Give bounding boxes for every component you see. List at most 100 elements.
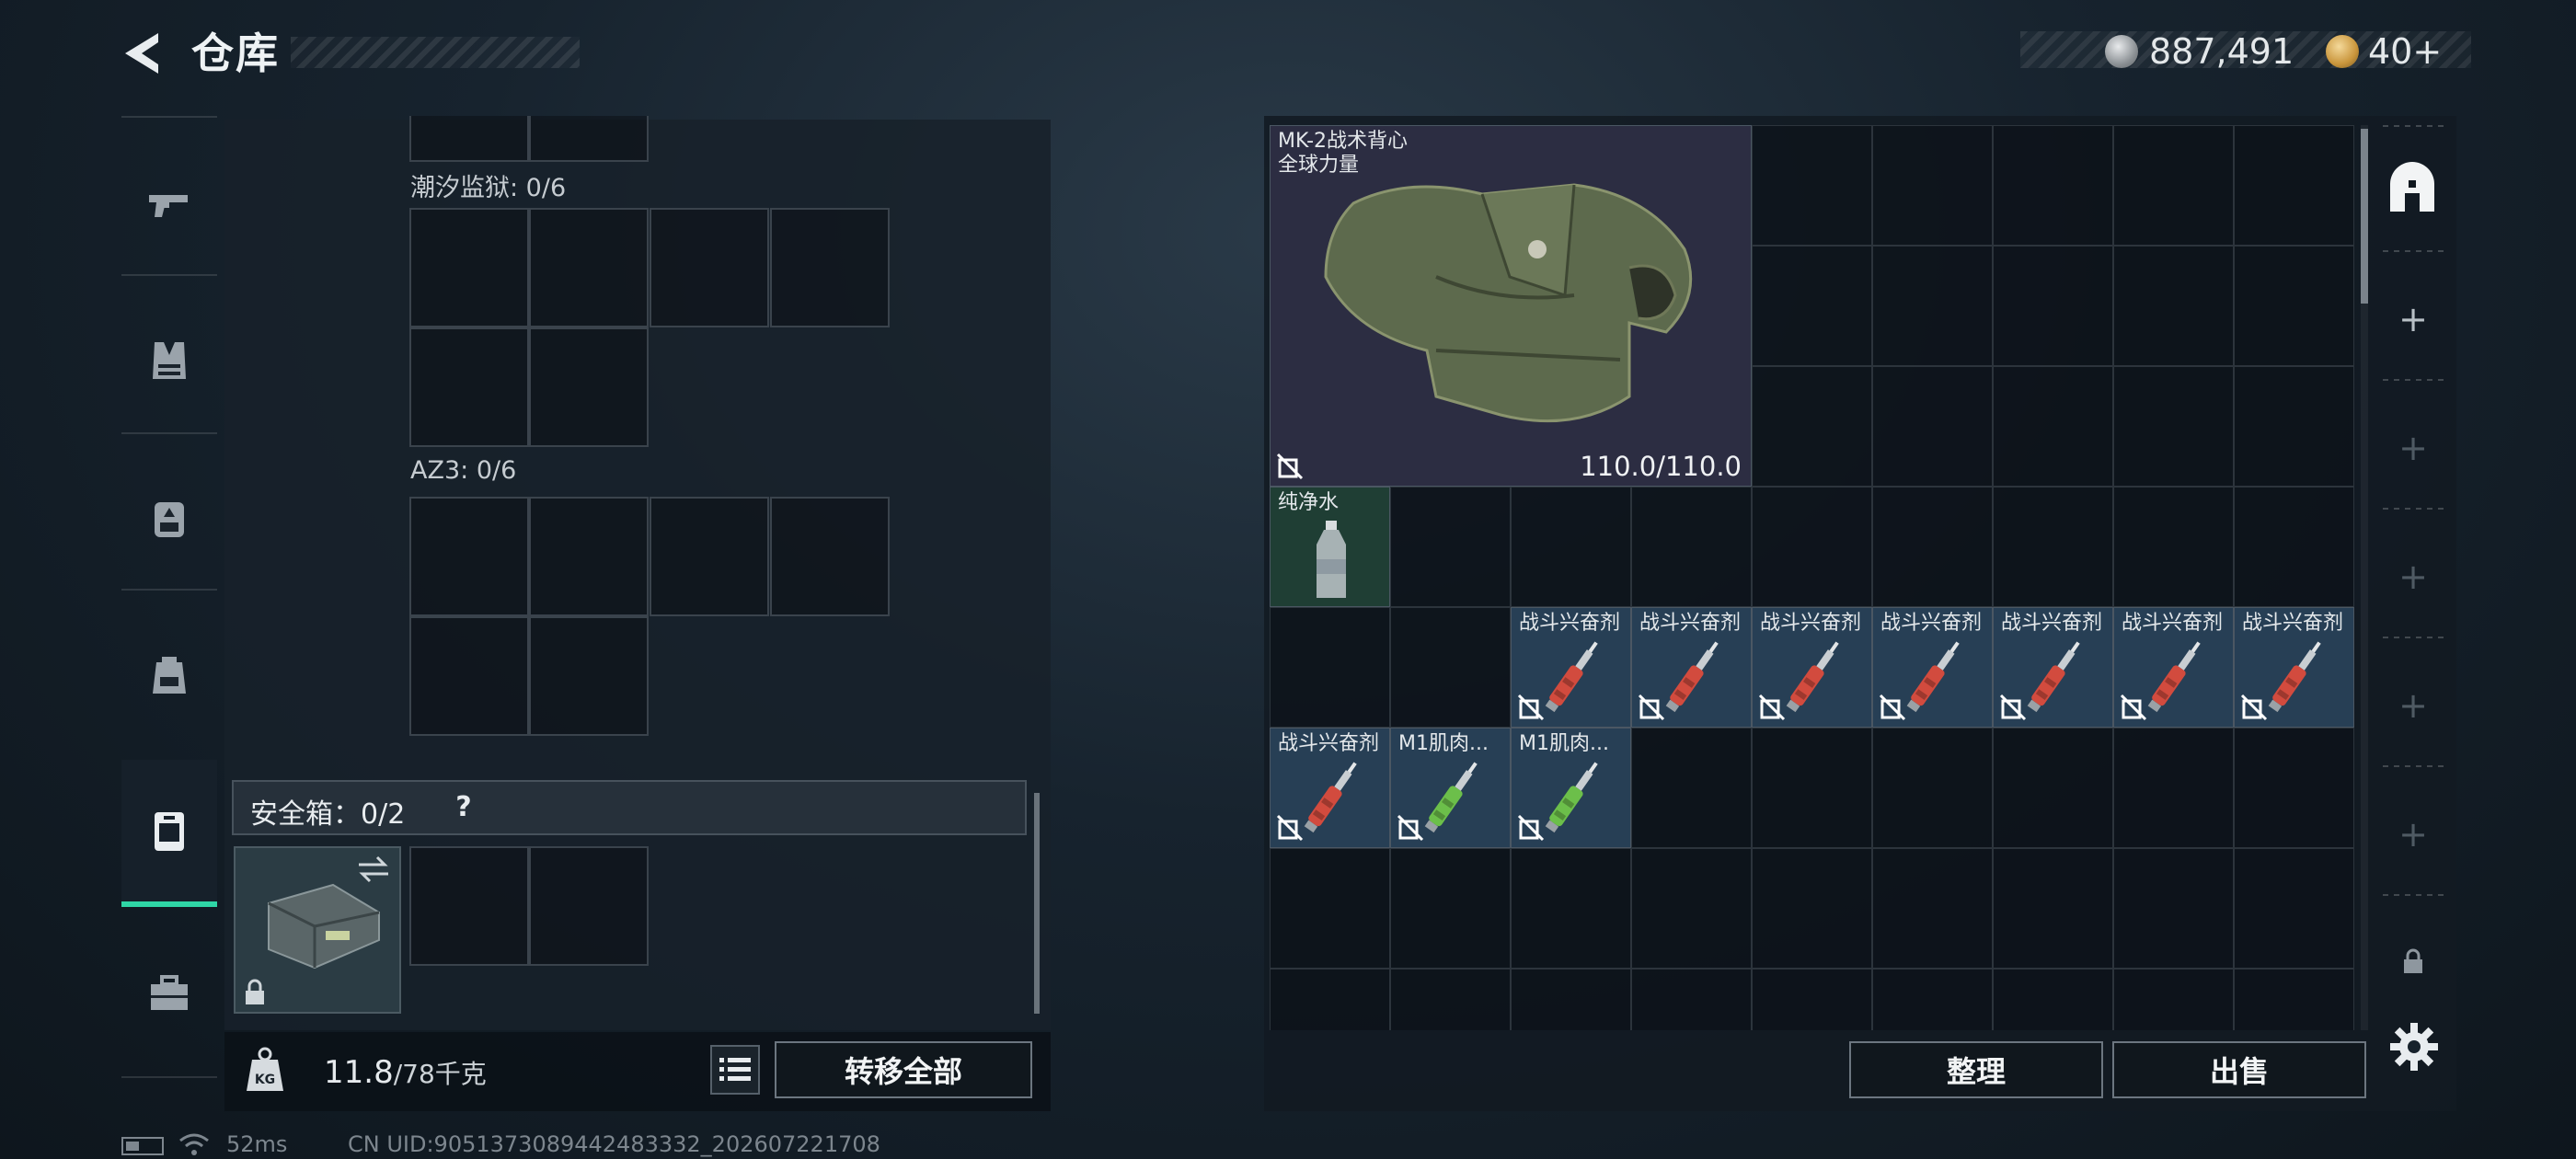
grid-cell[interactable] — [529, 116, 649, 162]
stash-cell[interactable] — [2113, 848, 2234, 969]
stash-cell[interactable] — [2234, 848, 2354, 969]
stash-cell[interactable] — [1993, 487, 2113, 607]
rail-tab-backpack[interactable] — [121, 620, 217, 730]
sort-button[interactable]: 整理 — [1849, 1041, 2103, 1098]
stash-cell[interactable] — [2234, 728, 2354, 848]
safe-case-slot[interactable] — [234, 846, 401, 1014]
stash-cell[interactable] — [2113, 969, 2234, 1030]
stash-cell[interactable] — [1511, 969, 1631, 1030]
item-tactical-vest[interactable]: MK-2战术背心 全球力量 110.0/110.0 — [1270, 125, 1752, 487]
stash-cell[interactable] — [2113, 366, 2234, 487]
stash-cell[interactable] — [1872, 246, 1993, 366]
stash-cell[interactable] — [1993, 125, 2113, 246]
stash-cell[interactable] — [1631, 728, 1752, 848]
grid-cell[interactable] — [409, 616, 529, 736]
stash-cell[interactable] — [1993, 969, 2113, 1030]
stash-cell[interactable] — [2234, 487, 2354, 607]
item-stim[interactable]: 战斗兴奋剂 — [1993, 607, 2113, 728]
stash-cell[interactable] — [1752, 969, 1872, 1030]
grid-cell[interactable] — [409, 208, 529, 327]
swap-icon[interactable] — [355, 854, 392, 885]
rail-tab-rig[interactable] — [121, 464, 217, 574]
grid-cell[interactable] — [650, 497, 769, 616]
stash-cell[interactable] — [1270, 969, 1390, 1030]
stash-cell[interactable] — [2234, 246, 2354, 366]
stash-cell[interactable] — [1993, 848, 2113, 969]
stash-cell[interactable] — [1752, 728, 1872, 848]
item-muscle[interactable]: M1肌肉... — [1511, 728, 1631, 848]
stash-cell[interactable] — [1993, 728, 2113, 848]
stash-cell[interactable] — [1872, 366, 1993, 487]
add-tab-plus-icon[interactable]: + — [2398, 559, 2429, 594]
stash-home-icon[interactable] — [2385, 162, 2440, 217]
grid-cell[interactable] — [529, 616, 649, 736]
item-stim[interactable]: 战斗兴奋剂 — [1270, 728, 1390, 848]
grid-cell[interactable] — [409, 497, 529, 616]
stash-cell[interactable] — [1872, 969, 1993, 1030]
stash-cell[interactable] — [1390, 487, 1511, 607]
stash-cell[interactable] — [1993, 246, 2113, 366]
list-view-button[interactable] — [710, 1045, 760, 1095]
stash-cell[interactable] — [1752, 487, 1872, 607]
stash-cell[interactable] — [1752, 125, 1872, 246]
stash-cell[interactable] — [1270, 848, 1390, 969]
stash-cell[interactable] — [1752, 366, 1872, 487]
stash-cell[interactable] — [2113, 728, 2234, 848]
grid-cell[interactable] — [529, 208, 649, 327]
item-stim[interactable]: 战斗兴奋剂 — [1872, 607, 1993, 728]
grid-cell[interactable] — [529, 497, 649, 616]
add-tab-plus-icon[interactable]: + — [2398, 302, 2429, 337]
item-stim[interactable]: 战斗兴奋剂 — [2113, 607, 2234, 728]
stash-cell[interactable] — [1993, 366, 2113, 487]
stash-cell[interactable] — [1631, 848, 1752, 969]
safe-box-cell[interactable] — [409, 846, 529, 966]
gold-amount[interactable]: 40+ — [2368, 33, 2442, 70]
stash-cell[interactable] — [1511, 848, 1631, 969]
stash-cell[interactable] — [1872, 848, 1993, 969]
rail-tab-safe-box[interactable] — [121, 760, 217, 907]
grid-cell[interactable] — [650, 208, 769, 327]
grid-cell[interactable] — [409, 116, 529, 162]
stash-cell[interactable] — [1390, 607, 1511, 728]
item-stim[interactable]: 战斗兴奋剂 — [1752, 607, 1872, 728]
grid-cell[interactable] — [770, 497, 890, 616]
add-tab-plus-icon[interactable]: + — [2398, 817, 2429, 852]
stash-cell[interactable] — [1390, 848, 1511, 969]
stash-cell[interactable] — [1872, 728, 1993, 848]
grid-cell[interactable] — [529, 327, 649, 447]
stash-cell[interactable] — [2113, 246, 2234, 366]
item-stim[interactable]: 战斗兴奋剂 — [1511, 607, 1631, 728]
stash-cell[interactable] — [2234, 366, 2354, 487]
stash-cell[interactable] — [1631, 969, 1752, 1030]
stash-cell[interactable] — [1631, 487, 1752, 607]
item-stim[interactable]: 战斗兴奋剂 — [2234, 607, 2354, 728]
stash-scrollbar[interactable] — [2361, 129, 2368, 304]
grid-cell[interactable] — [409, 327, 529, 447]
item-water[interactable]: 纯净水 — [1270, 487, 1390, 607]
stash-cell[interactable] — [1390, 969, 1511, 1030]
stash-cell[interactable] — [2113, 487, 2234, 607]
stash-cell[interactable] — [2234, 969, 2354, 1030]
item-muscle[interactable]: M1肌肉... — [1390, 728, 1511, 848]
rail-tab-armor[interactable] — [121, 305, 217, 416]
rail-tab-weapons[interactable] — [121, 149, 217, 259]
safe-box-cell[interactable] — [529, 846, 649, 966]
help-icon[interactable]: ? — [445, 789, 482, 826]
add-tab-plus-icon[interactable]: + — [2398, 430, 2429, 465]
stash-cell[interactable] — [1752, 246, 1872, 366]
stash-cell[interactable] — [2113, 125, 2234, 246]
settings-gear-icon[interactable] — [2388, 1021, 2440, 1073]
transfer-all-button[interactable]: 转移全部 — [775, 1041, 1032, 1098]
stash-cell[interactable] — [1872, 487, 1993, 607]
item-stim[interactable]: 战斗兴奋剂 — [1631, 607, 1752, 728]
stash-cell[interactable] — [1752, 848, 1872, 969]
stash-cell[interactable] — [1270, 607, 1390, 728]
add-tab-plus-icon[interactable]: + — [2398, 688, 2429, 723]
stash-cell[interactable] — [1872, 125, 1993, 246]
stash-cell[interactable] — [1511, 487, 1631, 607]
grid-cell[interactable] — [770, 208, 890, 327]
sell-button[interactable]: 出售 — [2112, 1041, 2366, 1098]
panel-scrollbar[interactable] — [1034, 793, 1040, 1014]
back-button[interactable] — [118, 28, 169, 79]
rail-tab-toolbox[interactable] — [121, 938, 217, 1049]
